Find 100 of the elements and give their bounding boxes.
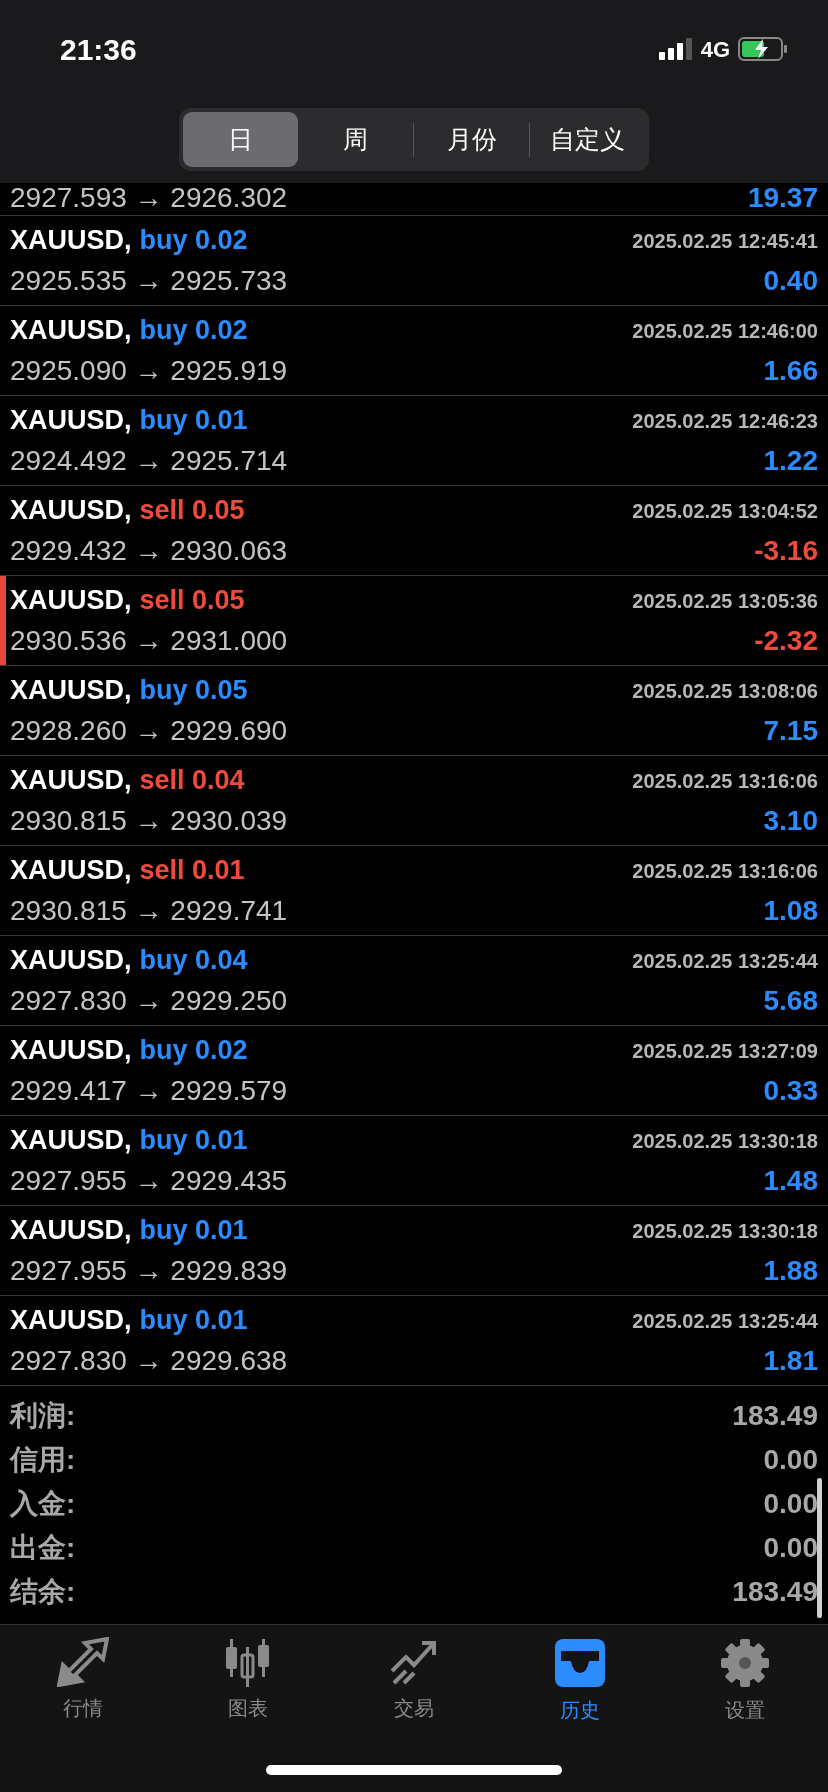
tab-bar-item[interactable]: 设置 <box>662 1637 828 1725</box>
deal-row[interactable]: XAUUSD, sell 0.05 2025.02.25 13:04:52 2929.432 → 2930.063 -3.16 <box>0 486 828 576</box>
signal-icon <box>658 38 693 60</box>
tab-bar-item[interactable]: 历史 <box>496 1637 663 1725</box>
side-volume-label: sell 0.01 <box>139 854 245 888</box>
deal-row[interactable]: XAUUSD, buy 0.01 2025.02.25 12:46:23 2924.492 → 2925.714 1.22 <box>0 396 828 486</box>
profit-value: 1.08 <box>763 895 818 926</box>
profit-value: 1.88 <box>763 1255 818 1286</box>
side-volume-label: buy 0.01 <box>139 1124 248 1158</box>
status-time: 21:36 <box>60 31 137 68</box>
price-range: 2929.417 → 2929.579 <box>10 1075 288 1106</box>
side-volume-label: buy 0.05 <box>139 674 248 708</box>
tab-bar-item[interactable]: 行情 <box>0 1637 166 1725</box>
tab-bar-item[interactable]: 图表 <box>165 1637 332 1725</box>
profit-value: 1.22 <box>763 445 818 476</box>
price-range: 2929.432 → 2930.063 <box>10 535 288 566</box>
period-tab[interactable]: 月份 <box>414 112 529 167</box>
deal-row[interactable]: XAUUSD, buy 0.01 2025.02.25 13:30:18 2927.955 → 2929.839 1.88 <box>0 1206 828 1296</box>
deal-time: 2025.02.25 13:25:44 <box>632 1308 818 1334</box>
profit-value: 7.15 <box>763 715 818 746</box>
deal-time: 2025.02.25 13:25:44 <box>632 948 818 974</box>
symbol-label: XAUUSD, <box>10 224 132 258</box>
profit-value: 19.37 <box>747 183 818 213</box>
deal-row[interactable]: XAUUSD, sell 0.05 2025.02.25 13:05:36 2930.536 → 2931.000 -2.32 <box>0 576 828 666</box>
deal-row[interactable]: XAUUSD, buy 0.02 2025.02.25 12:46:00 2925.090 → 2925.919 1.66 <box>0 306 828 396</box>
symbol-label: XAUUSD, <box>10 314 132 348</box>
deal-time: 2025.02.25 12:46:23 <box>632 408 818 434</box>
price-range: 2927.955 → 2929.839 <box>10 1255 288 1286</box>
network-label: 4G <box>700 35 730 64</box>
price-range: 2927.593 → 2926.302 <box>10 183 288 213</box>
summary-value: 0.00 <box>763 1487 818 1521</box>
summary-label: 出金: <box>10 1531 76 1565</box>
deal-row[interactable]: XAUUSD, buy 0.01 2025.02.25 13:30:18 2927.955 → 2929.435 1.48 <box>0 1116 828 1206</box>
double-arrow-icon <box>56 1637 109 1687</box>
side-volume-label: sell 0.05 <box>139 584 245 618</box>
deal-row[interactable]: XAUUSD, buy 0.02 2025.02.25 12:45:41 2925.535 → 2925.733 0.40 <box>0 216 828 306</box>
profit-value: 1.66 <box>763 355 818 386</box>
deal-row[interactable]: XAUUSD, buy 0.01 2025.02.25 13:25:44 2927.830 → 2929.638 1.81 <box>0 1296 828 1386</box>
deal-row[interactable]: XAUUSD, buy 0.04 2025.02.25 13:25:44 2927.830 → 2929.250 5.68 <box>0 936 828 1026</box>
summary-value: 183.49 <box>732 1575 818 1609</box>
summary-label: 结余: <box>10 1575 76 1609</box>
price-range: 2928.260 → 2929.690 <box>10 715 288 746</box>
inbox-tray-icon <box>552 1637 607 1689</box>
summary-value: 0.00 <box>763 1443 818 1477</box>
tab-bar-item[interactable]: 交易 <box>331 1637 497 1725</box>
profit-value: -2.32 <box>754 625 818 656</box>
side-volume-label: sell 0.04 <box>139 764 245 798</box>
symbol-label: XAUUSD, <box>10 854 132 888</box>
deal-row[interactable]: XAUUSD, sell 0.04 2025.02.25 13:16:06 2930.815 → 2930.039 3.10 <box>0 756 828 846</box>
profit-value: 0.40 <box>763 265 818 296</box>
period-tab[interactable]: 自定义 <box>530 112 645 167</box>
deal-time: 2025.02.25 12:46:00 <box>632 318 818 344</box>
profit-value: 1.81 <box>763 1345 818 1376</box>
price-range: 2925.535 → 2925.733 <box>10 265 288 296</box>
deal-time: 2025.02.25 13:08:06 <box>632 678 818 704</box>
summary-label: 利润: <box>10 1399 76 1433</box>
profit-value: -3.16 <box>754 535 818 566</box>
deal-row[interactable]: XAUUSD, buy 0.05 2025.02.25 13:08:06 2928.260 → 2929.690 7.15 <box>0 666 828 756</box>
symbol-label: XAUUSD, <box>10 944 132 978</box>
price-range: 2930.536 → 2931.000 <box>10 625 288 656</box>
deal-time: 2025.02.25 13:04:52 <box>632 498 818 524</box>
deal-time: 2025.02.25 13:27:09 <box>632 1038 818 1064</box>
price-range: 2930.815 → 2930.039 <box>10 805 288 836</box>
symbol-label: XAUUSD, <box>10 674 132 708</box>
deal-row[interactable]: XAUUSD, buy 0.02 2025.02.25 13:27:09 2929.417 → 2929.579 0.33 <box>0 1026 828 1116</box>
price-range: 2927.830 → 2929.638 <box>10 1345 288 1376</box>
side-volume-label: buy 0.01 <box>139 404 248 438</box>
price-range: 2927.830 → 2929.250 <box>10 985 288 1016</box>
profit-value: 5.68 <box>763 985 818 1016</box>
side-volume-label: buy 0.04 <box>139 944 248 978</box>
side-volume-label: buy 0.01 <box>139 1214 248 1248</box>
deal-row[interactable]: XAUUSD, sell 0.01 2025.02.25 13:16:06 2930.815 → 2929.741 1.08 <box>0 846 828 936</box>
price-range: 2927.955 → 2929.435 <box>10 1165 288 1196</box>
deal-time: 2025.02.25 13:16:06 <box>632 858 818 884</box>
summary-label: 入金: <box>10 1487 76 1521</box>
deal-time: 2025.02.25 13:30:18 <box>632 1218 818 1244</box>
deal-time: 2025.02.25 13:05:36 <box>632 588 818 614</box>
symbol-label: XAUUSD, <box>10 584 132 618</box>
price-range: 2924.492 → 2925.714 <box>10 445 288 476</box>
side-volume-label: buy 0.02 <box>139 224 248 258</box>
symbol-label: XAUUSD, <box>10 404 132 438</box>
price-range: 2930.815 → 2929.741 <box>10 895 288 926</box>
period-tab[interactable]: 周 <box>298 112 413 167</box>
profit-value: 0.33 <box>763 1075 818 1106</box>
side-volume-label: sell 0.05 <box>139 494 245 528</box>
price-range: 2925.090 → 2925.919 <box>10 355 288 386</box>
summary-label: 信用: <box>10 1443 76 1477</box>
symbol-label: XAUUSD, <box>10 1034 132 1068</box>
side-volume-label: buy 0.02 <box>139 314 248 348</box>
battery-charging-icon <box>738 37 788 61</box>
symbol-label: XAUUSD, <box>10 494 132 528</box>
settings-icon <box>719 1637 772 1689</box>
symbol-label: XAUUSD, <box>10 764 132 798</box>
symbol-label: XAUUSD, <box>10 1124 132 1158</box>
deal-time: 2025.02.25 13:16:06 <box>632 768 818 794</box>
summary-value: 0.00 <box>763 1531 818 1565</box>
period-tab[interactable]: 日 <box>183 112 298 167</box>
side-volume-label: buy 0.02 <box>139 1034 248 1068</box>
deal-row[interactable]: 2927.593 → 2926.302 19.37 <box>0 183 828 216</box>
symbol-label: XAUUSD, <box>10 1214 132 1248</box>
